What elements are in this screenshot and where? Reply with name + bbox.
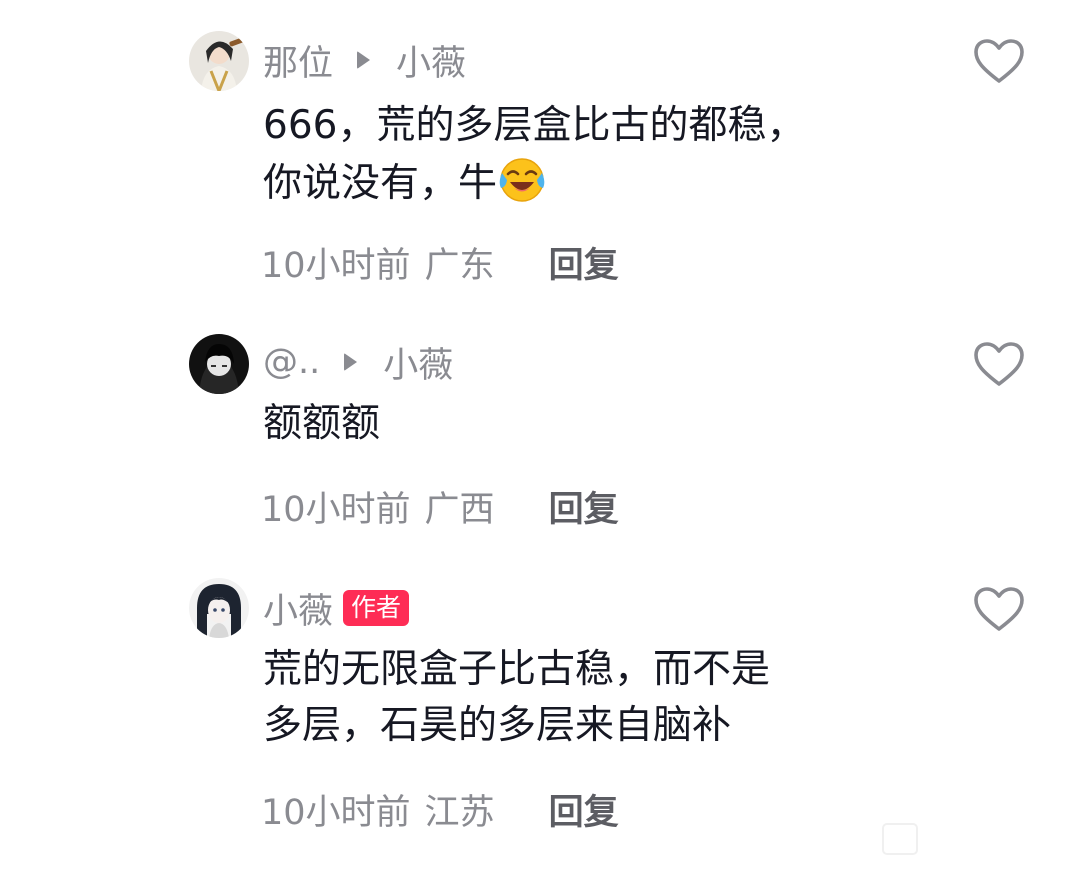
comment-location: 江苏 [424, 792, 495, 833]
comment-text-line-1: 666，荒的多层盒比古的都稳， [263, 103, 806, 148]
reply-target-username[interactable]: 小薇 [396, 35, 466, 86]
like-button[interactable] [972, 37, 1026, 85]
author-badge: 作者 [343, 590, 410, 626]
comment-header: 那位 小薇 [263, 36, 466, 84]
comment-header: 小薇 作者 [263, 583, 410, 634]
comment-text: 666，荒的多层盒比古的都稳， 你说没有，牛 [263, 98, 903, 212]
username[interactable]: @.. [263, 342, 320, 382]
heart-outline-icon [974, 587, 1024, 631]
comment-meta: 10小时前 江苏 回复 [261, 785, 619, 833]
crying-laughing-emoji-icon [499, 158, 545, 202]
like-button[interactable] [972, 585, 1026, 633]
avatar[interactable] [189, 578, 249, 638]
heart-outline-icon [974, 342, 1024, 386]
comment-time: 10小时前 [261, 245, 411, 286]
heart-outline-icon [974, 39, 1024, 83]
comment-time: 10小时前 [261, 792, 411, 833]
avatar[interactable] [189, 334, 249, 394]
comment-text-line-2: 你说没有，牛 [263, 161, 498, 206]
avatar-image [189, 31, 249, 91]
reply-button[interactable]: 回复 [549, 237, 619, 288]
reply-target-username[interactable]: 小薇 [383, 337, 453, 388]
username[interactable]: 小薇 [263, 583, 333, 634]
reply-button[interactable]: 回复 [549, 784, 619, 835]
comment-location: 广西 [424, 489, 495, 530]
comment-header: @.. 小薇 [263, 338, 453, 386]
comment-text-line-2: 多层，石昊的多层来自脑补 [263, 703, 732, 748]
comment-text: 荒的无限盒子比古稳，而不是 多层，石昊的多层来自脑补 [263, 642, 903, 754]
triangle-right-icon [344, 353, 358, 371]
watermark-icon [882, 823, 918, 855]
triangle-right-icon [357, 51, 371, 69]
comment-time: 10小时前 [261, 489, 411, 530]
avatar[interactable] [189, 31, 249, 91]
reply-button[interactable]: 回复 [549, 481, 619, 532]
avatar-image [189, 334, 249, 394]
comment-text: 额额额 [263, 401, 381, 446]
comment-meta: 10小时前 广东 回复 [261, 238, 619, 286]
comment-meta: 10小时前 广西 回复 [261, 482, 619, 530]
comment-text-line-1: 荒的无限盒子比古稳，而不是 [263, 647, 771, 692]
like-button[interactable] [972, 340, 1026, 388]
username[interactable]: 那位 [263, 35, 333, 86]
avatar-image [189, 578, 249, 638]
comment-location: 广东 [424, 245, 495, 286]
